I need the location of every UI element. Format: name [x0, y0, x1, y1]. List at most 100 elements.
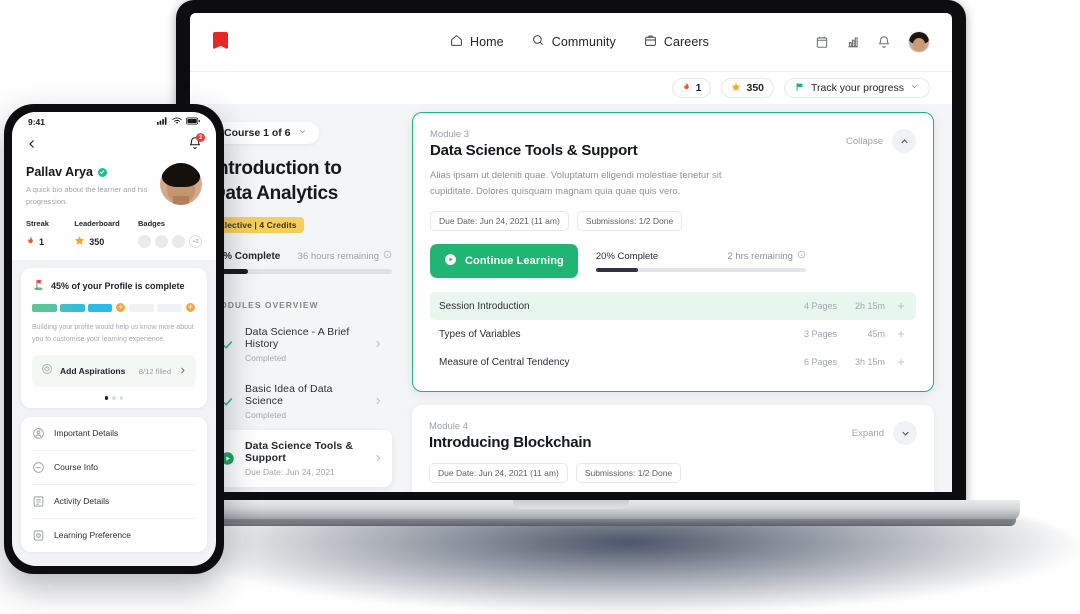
module-detail-column: Module 3 Data Science Tools & Support Co…	[412, 104, 952, 492]
brand-bookmark-logo[interactable]	[212, 31, 229, 53]
lesson-1-time: 2h 15m	[854, 301, 885, 312]
play-icon	[444, 253, 457, 269]
sidebar-module-3[interactable]: Data Science Tools & Support Due Date: J…	[212, 430, 392, 488]
nav-item-home[interactable]: Home	[450, 34, 504, 50]
laptop-device: Home Community Careers 1 350 Track your …	[122, 0, 1020, 530]
star-icon	[731, 82, 741, 95]
stat-streak: Streak 1	[26, 219, 74, 248]
module-3-title: Data Science Tools & Support	[430, 142, 638, 159]
carousel-dot-1[interactable]	[104, 396, 109, 400]
sidebar-module-2[interactable]: Basic Idea of Data Science Completed	[212, 373, 392, 430]
menu-item-activity-details[interactable]: Activity Details	[32, 485, 196, 519]
module-3-card: Module 3 Data Science Tools & Support Co…	[412, 112, 934, 393]
course-progress-row: 20% Complete 36 hours remaining	[212, 250, 392, 262]
module-4-card: Module 4 Introducing Blockchain Expand D…	[412, 405, 934, 492]
module-4-expand-control[interactable]: Expand	[852, 421, 917, 446]
completion-segment-1	[32, 303, 57, 312]
profile-name-row: Pallav Arya	[26, 165, 150, 179]
nav-item-careers[interactable]: Careers	[644, 34, 709, 50]
badge-placeholder	[138, 235, 151, 249]
add-aspirations-row[interactable]: Add Aspirations 8/12 filled	[32, 355, 196, 388]
carousel-dot-3[interactable]	[119, 396, 124, 400]
modules-overview-heading: MODULES OVERVIEW	[212, 300, 319, 311]
module-4-submissions-chip: Submissions: 1/2 Done	[575, 463, 682, 484]
flame-icon	[26, 235, 35, 248]
lesson-row[interactable]: Measure of Central Tendency 6 Pages 3h 1…	[430, 348, 916, 376]
module-3-progress: 20% Complete 2 hrs remaining	[595, 250, 806, 273]
cellular-icon	[157, 117, 168, 127]
screenshot-stage: Home Community Careers 1 350 Track your …	[0, 0, 1080, 614]
profile-name: Pallav Arya	[26, 165, 93, 179]
chevron-down-icon[interactable]	[893, 421, 917, 446]
plus-icon[interactable]: +	[115, 302, 127, 314]
module-3-continue-label: Continue Learning	[465, 255, 564, 268]
profile-avatar[interactable]	[160, 163, 202, 205]
module-3-header: Module 3 Data Science Tools & Support Co…	[430, 129, 916, 159]
module-4-meta: Due Date: Jun 24, 2021 (11 am) Submissio…	[429, 463, 917, 484]
plus-icon[interactable]: +	[895, 299, 907, 313]
phone-profile-header: Pallav Arya A quick bio about the learne…	[12, 157, 216, 261]
menu-label-learning-preference: Learning Preference	[54, 530, 132, 541]
badge-placeholder	[155, 235, 168, 249]
chevron-up-icon[interactable]	[892, 129, 916, 153]
user-circle-icon	[32, 427, 45, 440]
sidebar-module-1-name: Data Science - A Brief History	[245, 326, 350, 351]
badge-more-count[interactable]: +2	[189, 235, 202, 249]
sidebar-module-4[interactable]: Introducing Blockchain Due Date: Jun 26,…	[212, 487, 392, 492]
menu-item-important-details[interactable]: Important Details	[32, 417, 196, 451]
verified-check-icon	[97, 167, 107, 177]
phone-navbar: 2	[12, 132, 216, 157]
nav-item-community[interactable]: Community	[532, 34, 616, 50]
course-title-line1: Introduction to	[212, 158, 342, 179]
plus-icon[interactable]: +	[895, 355, 907, 369]
chevron-left-icon[interactable]	[26, 137, 38, 155]
info-icon[interactable]	[797, 250, 806, 262]
streak-pill[interactable]: 1	[671, 78, 712, 98]
sidebar-module-1-sub: Completed	[245, 353, 287, 364]
module-3-progress-label: 20% Complete	[595, 250, 659, 262]
topbar-actions	[815, 31, 930, 53]
stat-badges-label: Badges	[138, 219, 166, 229]
laptop-screen: Home Community Careers 1 350 Track your …	[190, 13, 952, 492]
points-pill[interactable]: 350	[721, 78, 775, 98]
course-progress-bar	[212, 269, 392, 275]
sidebar-module-1[interactable]: Data Science - A Brief History Completed	[212, 316, 392, 373]
lesson-2-pages: 3 Pages	[803, 329, 837, 340]
flag-icon	[795, 82, 805, 95]
sidebar-module-3-sub: Due Date: Jun 24, 2021	[245, 467, 335, 478]
chevron-down-icon	[910, 82, 919, 94]
carousel-dot-2[interactable]	[112, 396, 116, 400]
profile-completion-card: 45% of your Profile is complete + + Buil…	[21, 268, 207, 408]
info-icon[interactable]	[383, 250, 392, 262]
menu-item-learning-preference[interactable]: Learning Preference	[32, 519, 196, 552]
calendar-icon[interactable]	[815, 35, 829, 49]
phone-status-bar: 9:41	[12, 112, 216, 132]
profile-completion-description: Building your profile would help us know…	[32, 324, 194, 344]
community-chat-icon	[532, 34, 545, 50]
lesson-2-time: 45m	[867, 329, 885, 340]
plus-icon[interactable]: +	[184, 302, 196, 314]
status-indicators	[157, 117, 200, 127]
menu-item-course-info[interactable]: Course Info	[32, 451, 196, 485]
phone-bell-button[interactable]: 2	[188, 133, 205, 155]
completion-segment-4	[129, 303, 155, 312]
nav-label-community: Community	[551, 35, 616, 49]
stat-leaderboard-value: 350	[89, 236, 105, 247]
module-3-continue-button[interactable]: Continue Learning	[430, 244, 578, 279]
analytics-bar-chart-icon[interactable]	[846, 35, 860, 49]
wifi-icon	[172, 117, 182, 127]
course-selector[interactable]: Course 1 of 6	[212, 122, 319, 144]
lesson-row[interactable]: Session Introduction 4 Pages 2h 15m +	[430, 292, 916, 321]
track-progress-button[interactable]: Track your progress	[784, 78, 930, 98]
stat-streak-value: 1	[39, 236, 45, 247]
plus-icon[interactable]: +	[895, 327, 907, 341]
module-3-collapse-control[interactable]: Collapse	[846, 129, 916, 153]
menu-label-important-details: Important Details	[54, 428, 119, 439]
lesson-row[interactable]: Types of Variables 3 Pages 45m +	[430, 320, 916, 348]
profile-completion-segments: + +	[32, 302, 196, 314]
bell-notification-icon[interactable]	[877, 35, 891, 49]
user-avatar[interactable]	[908, 31, 930, 53]
add-aspirations-label: Add Aspirations	[60, 366, 126, 377]
status-time: 9:41	[28, 117, 46, 127]
module-3-kicker: Module 3	[430, 129, 470, 140]
